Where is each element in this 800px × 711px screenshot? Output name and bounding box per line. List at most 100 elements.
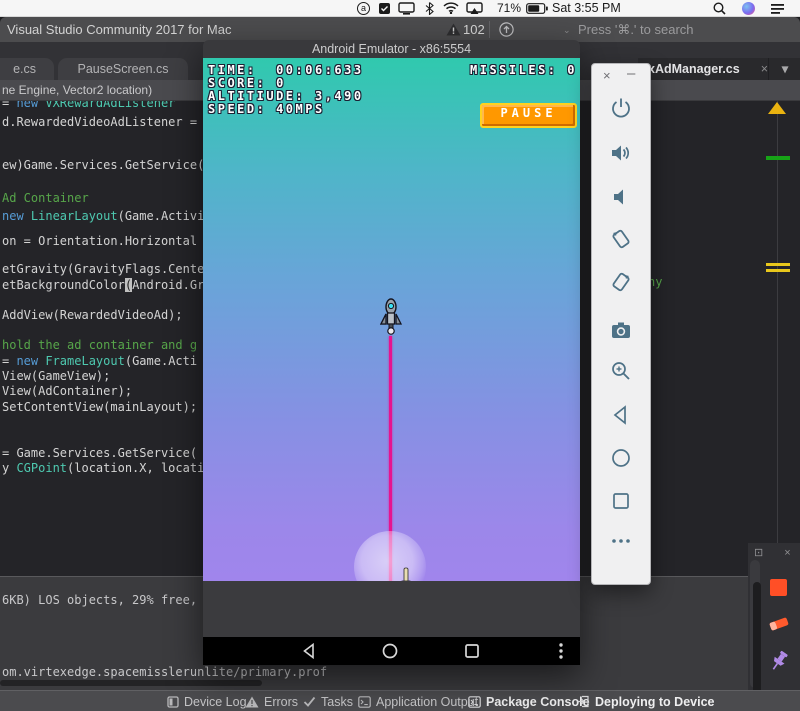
statusbar-tasks[interactable]: Tasks [303, 691, 353, 711]
overview-button[interactable] [609, 489, 633, 513]
code-line: ew)Game.Services.GetService( [2, 158, 204, 172]
margin-yellow-marker-2[interactable] [766, 269, 790, 272]
scroll-margin-line [777, 100, 778, 576]
back-button[interactable] [609, 403, 633, 427]
statusbar-application-output[interactable]: Application Output [358, 691, 478, 711]
right-dock: ⊡ × [748, 543, 800, 690]
vs-statusbar: Device Log Errors Tasks Application Outp… [0, 690, 800, 711]
code-line: y CGPoint(location.X, locatio [2, 461, 212, 475]
tab-close-icon[interactable]: × [761, 58, 768, 80]
pause-button[interactable]: PAUSE [480, 103, 577, 128]
statusbar-package-console[interactable]: Package Console [468, 691, 590, 711]
tab-pausescreen[interactable]: PauseScreen.cs [58, 58, 188, 80]
statusbar-device-log[interactable]: Device Log [167, 691, 247, 711]
titlebar-separator [489, 21, 490, 38]
android-emulator-window: Android Emulator - x86:5554 TIME: 00:06:… [203, 40, 580, 665]
margin-yellow-marker-1[interactable] [766, 263, 790, 266]
android-menu-dots-icon[interactable] [558, 642, 564, 660]
terminal-icon [468, 696, 481, 708]
vs-titlebar: Visual Studio Community 2017 for Mac 102… [0, 17, 800, 42]
checkbox-icon [378, 2, 391, 15]
airplay-icon [466, 2, 483, 15]
horizontal-scrollbar[interactable] [0, 680, 262, 686]
panel-close-button[interactable]: × [603, 68, 611, 83]
volume-up-button[interactable] [609, 141, 633, 165]
android-navbar [203, 637, 580, 665]
deploy-icon [577, 695, 590, 708]
display-icon [398, 2, 415, 15]
rocket-sprite [379, 298, 403, 338]
bluetooth-menu-icon[interactable] [425, 1, 434, 15]
eraser-tool-icon[interactable] [767, 615, 791, 633]
warning-icon[interactable] [446, 23, 461, 36]
battery-percent: 71% [497, 1, 521, 15]
chevron-down-icon: ▾ [782, 62, 788, 76]
emulator-toolbar-panel: × – [591, 63, 651, 585]
device-log-icon [167, 696, 179, 708]
tab-admanager[interactable]: xAdManager.cs × [638, 58, 776, 80]
display-menu-icon[interactable] [398, 1, 415, 15]
battery-icon [526, 3, 548, 14]
tab-partial-left[interactable]: e.cs [0, 58, 54, 80]
update-icon[interactable] [499, 22, 514, 37]
vertical-scrollbar-thumb[interactable] [753, 582, 761, 697]
hud-speed: SPEED: 40MPS [208, 102, 325, 116]
code-line: SetContentView(mainLayout); [2, 400, 197, 414]
rotate-left-button[interactable] [609, 227, 633, 251]
code-line: View(AdContainer); [2, 384, 132, 398]
code-line: hold the ad container and g [2, 338, 197, 352]
siri-menu-icon[interactable] [742, 1, 755, 15]
margin-green-marker[interactable] [766, 156, 790, 160]
code-line: AddView(RewardedVideoAd); [2, 308, 183, 322]
statusbar-errors[interactable]: Errors [245, 691, 298, 711]
code-line: Ad Container [2, 191, 89, 205]
android-home-icon[interactable] [382, 643, 398, 659]
at-status-icon[interactable]: a [357, 1, 370, 15]
macos-menubar: a 71% Sat 3:55 PM [0, 0, 800, 17]
more-button[interactable] [609, 529, 633, 553]
wifi-menu-icon[interactable] [443, 1, 459, 15]
vs-search-field[interactable]: Press '⌘.' to search [578, 22, 694, 38]
android-back-icon[interactable] [301, 643, 317, 659]
panel-minimize-button[interactable]: – [627, 65, 635, 82]
code-line: = new FrameLayout(Game.Acti [2, 354, 197, 368]
vs-window-title: Visual Studio Community 2017 for Mac [7, 22, 231, 37]
menubar-clock[interactable]: Sat 3:55 PM [552, 1, 621, 15]
output-line-profile: om.virtexedge.spacemisslerunlite/primary… [2, 665, 327, 679]
dock-header-icons[interactable]: ⊡ × [754, 546, 800, 559]
screen: a 71% Sat 3:55 PM [0, 0, 800, 711]
volume-down-button[interactable] [609, 185, 633, 209]
warning-count[interactable]: 102 [463, 22, 485, 37]
pin-tool-icon[interactable] [769, 649, 789, 673]
emulator-screen[interactable]: TIME: 00:06:633 SCORE: 0 ALTITIUDE: 3,49… [203, 58, 580, 581]
tab-dropdown-button[interactable]: ▾ [768, 58, 800, 80]
bubble-sprite [354, 531, 426, 581]
margin-warning-triangle-icon[interactable] [768, 102, 786, 114]
airplay-menu-icon[interactable] [466, 1, 483, 15]
hud-missiles: MISSILES: 0 [470, 63, 577, 77]
spotlight-menu-icon[interactable] [713, 1, 726, 15]
home-button[interactable] [609, 446, 633, 470]
hud-score: SCORE: 0 [208, 76, 286, 90]
emulator-titlebar[interactable]: Android Emulator - x86:5554 [203, 40, 580, 58]
notification-center-icon[interactable] [770, 1, 785, 15]
list-icon [770, 2, 785, 14]
statusbar-deploying[interactable]: Deploying to Device [577, 691, 714, 711]
code-line: new LinearLayout(Game.Activi [2, 209, 204, 223]
battery-menu-icon[interactable] [526, 1, 548, 15]
search-icon [713, 2, 726, 15]
siri-icon [742, 2, 755, 15]
code-line: on = Orientation.Horizontal [2, 234, 197, 248]
output-line-gc: 6KB) LOS objects, 29% free, 9MB [2, 593, 203, 607]
code-line: View(GameView); [2, 369, 110, 383]
checkbox-menu-icon[interactable] [378, 1, 391, 15]
rotate-right-button[interactable] [609, 270, 633, 294]
vertical-scrollbar-track[interactable] [750, 560, 760, 688]
android-overview-icon[interactable] [464, 643, 480, 659]
orange-square-tool-icon[interactable] [770, 579, 787, 596]
breadcrumb-text: ne Engine, Vector2 location) [0, 83, 152, 97]
errors-warning-icon [245, 696, 259, 708]
power-button[interactable] [609, 96, 633, 120]
screenshot-button[interactable] [609, 319, 633, 343]
zoom-button[interactable] [609, 359, 633, 383]
